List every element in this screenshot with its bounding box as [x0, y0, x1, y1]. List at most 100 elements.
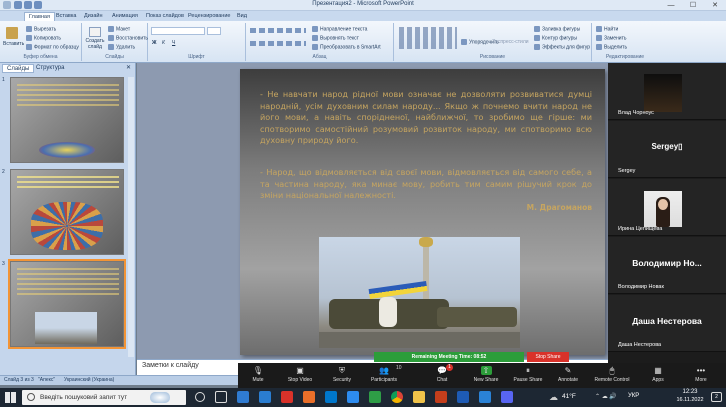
participant-tile[interactable]: Даша Нестерова Даша Нестерова [608, 295, 726, 352]
align-buttons[interactable] [250, 41, 306, 46]
telegram-icon[interactable] [479, 391, 491, 403]
tab-structure[interactable]: Структура [32, 64, 68, 73]
opera-icon[interactable] [303, 391, 315, 403]
language-indicator[interactable]: УКР [628, 393, 639, 399]
word-icon[interactable] [457, 391, 469, 403]
more-button[interactable]: ••• More [681, 366, 721, 383]
chrome-icon[interactable] [391, 391, 403, 403]
shape-effects-button[interactable]: Эффекты для фигур [534, 44, 590, 50]
notification-badge[interactable]: 2 [711, 392, 722, 402]
participants-label: Participants [370, 377, 398, 383]
app-icon[interactable] [501, 391, 513, 403]
tab-slides[interactable]: Слайды [2, 64, 35, 73]
kyiv-tank-photo[interactable] [319, 237, 520, 348]
chat-button[interactable]: 💬 Chat [422, 366, 462, 383]
viber-icon[interactable] [369, 391, 381, 403]
zoom-app-icon[interactable] [347, 391, 359, 403]
tab-animation[interactable]: Анимация [108, 12, 142, 21]
smartart-button[interactable]: Преобразовать в SmartArt [312, 44, 381, 50]
apps-button[interactable]: ▦ Apps [638, 366, 678, 383]
font-family-select[interactable] [151, 27, 205, 35]
delete-slide-button[interactable]: Удалить [108, 44, 135, 50]
clock-date[interactable]: 16.11.2022 [671, 397, 709, 403]
tab-view[interactable]: Вид [233, 12, 251, 21]
weather-temp[interactable]: 41°F [562, 393, 576, 400]
participant-name: Ирина Цепищева [618, 226, 663, 232]
maximize-button[interactable]: ☐ [682, 0, 704, 11]
annotate-button[interactable]: ✎ Annotate [548, 366, 588, 383]
group-font: Ж К Ч Шрифт [148, 23, 246, 61]
participant-tile[interactable]: Ирина Цепищева [608, 179, 726, 236]
delete-label: Удалить [116, 44, 136, 51]
cortana-icon[interactable] [195, 392, 205, 402]
remote-control-button[interactable]: 🖱 Remote Control [590, 366, 634, 383]
window-titlebar: Презентация2 - Microsoft PowerPoint — ☐ … [0, 0, 726, 11]
stop-video-label: Stop Video [287, 377, 313, 383]
slide-thumbnail-1[interactable] [10, 77, 124, 163]
close-button[interactable]: ✕ [704, 0, 726, 11]
ribbon-tabs: Главная Вставка Дизайн Анимация Показ сл… [0, 11, 726, 21]
share-arrow-icon: ⇧ [480, 366, 492, 375]
tray-icons[interactable]: ⌃ ☁ 🔊 [595, 393, 617, 400]
paste-button[interactable]: Вставить [3, 27, 24, 47]
participant-tile[interactable]: Sergey▯ Sergey [608, 121, 726, 178]
stop-share-button[interactable]: Stop Share [527, 352, 569, 362]
start-icon[interactable] [5, 392, 16, 403]
replace-button[interactable]: Заменить [596, 35, 626, 41]
shape-outline-button[interactable]: Контур фигуры [534, 35, 577, 41]
shape-fill-button[interactable]: Заливка фигуры [534, 26, 580, 32]
underline-button[interactable]: Ч [172, 40, 175, 46]
tab-design[interactable]: Дизайн [80, 12, 107, 21]
italic-button[interactable]: К [162, 40, 165, 46]
align-text-button[interactable]: Выровнять текст [312, 35, 359, 41]
tab-home[interactable]: Главная [24, 12, 55, 21]
layout-label: Макет [116, 26, 131, 33]
language-status[interactable]: Украинский (Украина) [64, 377, 114, 383]
globe-image [39, 142, 95, 158]
new-share-button[interactable]: ⇧ New Share [466, 366, 506, 383]
tab-review[interactable]: Рецензирование [184, 12, 234, 21]
format-painter-button[interactable]: Формат по образцу [26, 44, 79, 50]
tab-insert[interactable]: Вставка [52, 12, 80, 21]
font-size-select[interactable] [207, 27, 221, 35]
pause-share-button[interactable]: ⏸ Pause Share [508, 366, 548, 383]
cut-button[interactable]: Вырезать [26, 26, 56, 32]
panel-scrollbar[interactable] [128, 77, 134, 357]
vpn-icon[interactable] [325, 391, 337, 403]
slide-number: 1 [2, 77, 5, 83]
find-button[interactable]: Найти [596, 26, 618, 32]
powerpoint-icon[interactable] [435, 391, 447, 403]
task-view-icon[interactable] [215, 391, 227, 403]
slides-panel: Слайды Структура ✕ 1 2 3 [0, 63, 136, 375]
security-button[interactable]: ⛨ Security [322, 366, 362, 383]
close-panel-button[interactable]: ✕ [126, 64, 131, 71]
pause-share-label: Pause Share [513, 377, 543, 383]
folder-icon[interactable] [413, 391, 425, 403]
select-button[interactable]: Выделить [596, 44, 627, 50]
bold-button[interactable]: Ж [152, 40, 157, 46]
edge-icon[interactable] [237, 391, 249, 403]
current-slide[interactable]: - Не навчати народ рідної мови означає н… [240, 69, 605, 355]
pen-icon: ✎ [564, 366, 572, 375]
yandex-icon[interactable] [281, 391, 293, 403]
slide-thumbnail-2[interactable] [10, 169, 124, 255]
tab-slideshow[interactable]: Показ слайдов [142, 12, 188, 21]
minimize-button[interactable]: — [660, 0, 682, 11]
quick-styles-button[interactable]: Экспресс-стили [492, 39, 529, 45]
shapes-gallery[interactable] [399, 27, 457, 49]
list-buttons[interactable] [250, 28, 306, 33]
copy-button[interactable]: Копировать [26, 35, 61, 41]
microphone-icon: 🎙 [252, 366, 264, 375]
participant-tile[interactable]: Влад Чорноус [608, 63, 726, 120]
layout-button[interactable]: Макет [108, 26, 130, 32]
slide-thumbnail-3[interactable] [8, 259, 126, 349]
clock-time[interactable]: 12:23 [673, 389, 707, 395]
participant-tile[interactable]: Володимир Но... Володимир Новак [608, 237, 726, 294]
chat-label: Chat [436, 377, 448, 383]
stop-video-button[interactable]: ▣ Stop Video [280, 366, 320, 383]
new-slide-button[interactable]: Создать слайд [85, 27, 105, 50]
store-icon[interactable] [259, 391, 271, 403]
mute-button[interactable]: 🎙 Mute [238, 366, 278, 383]
text-direction-button[interactable]: Направление текста [312, 26, 367, 32]
reset-button[interactable]: Восстановить [108, 35, 148, 41]
